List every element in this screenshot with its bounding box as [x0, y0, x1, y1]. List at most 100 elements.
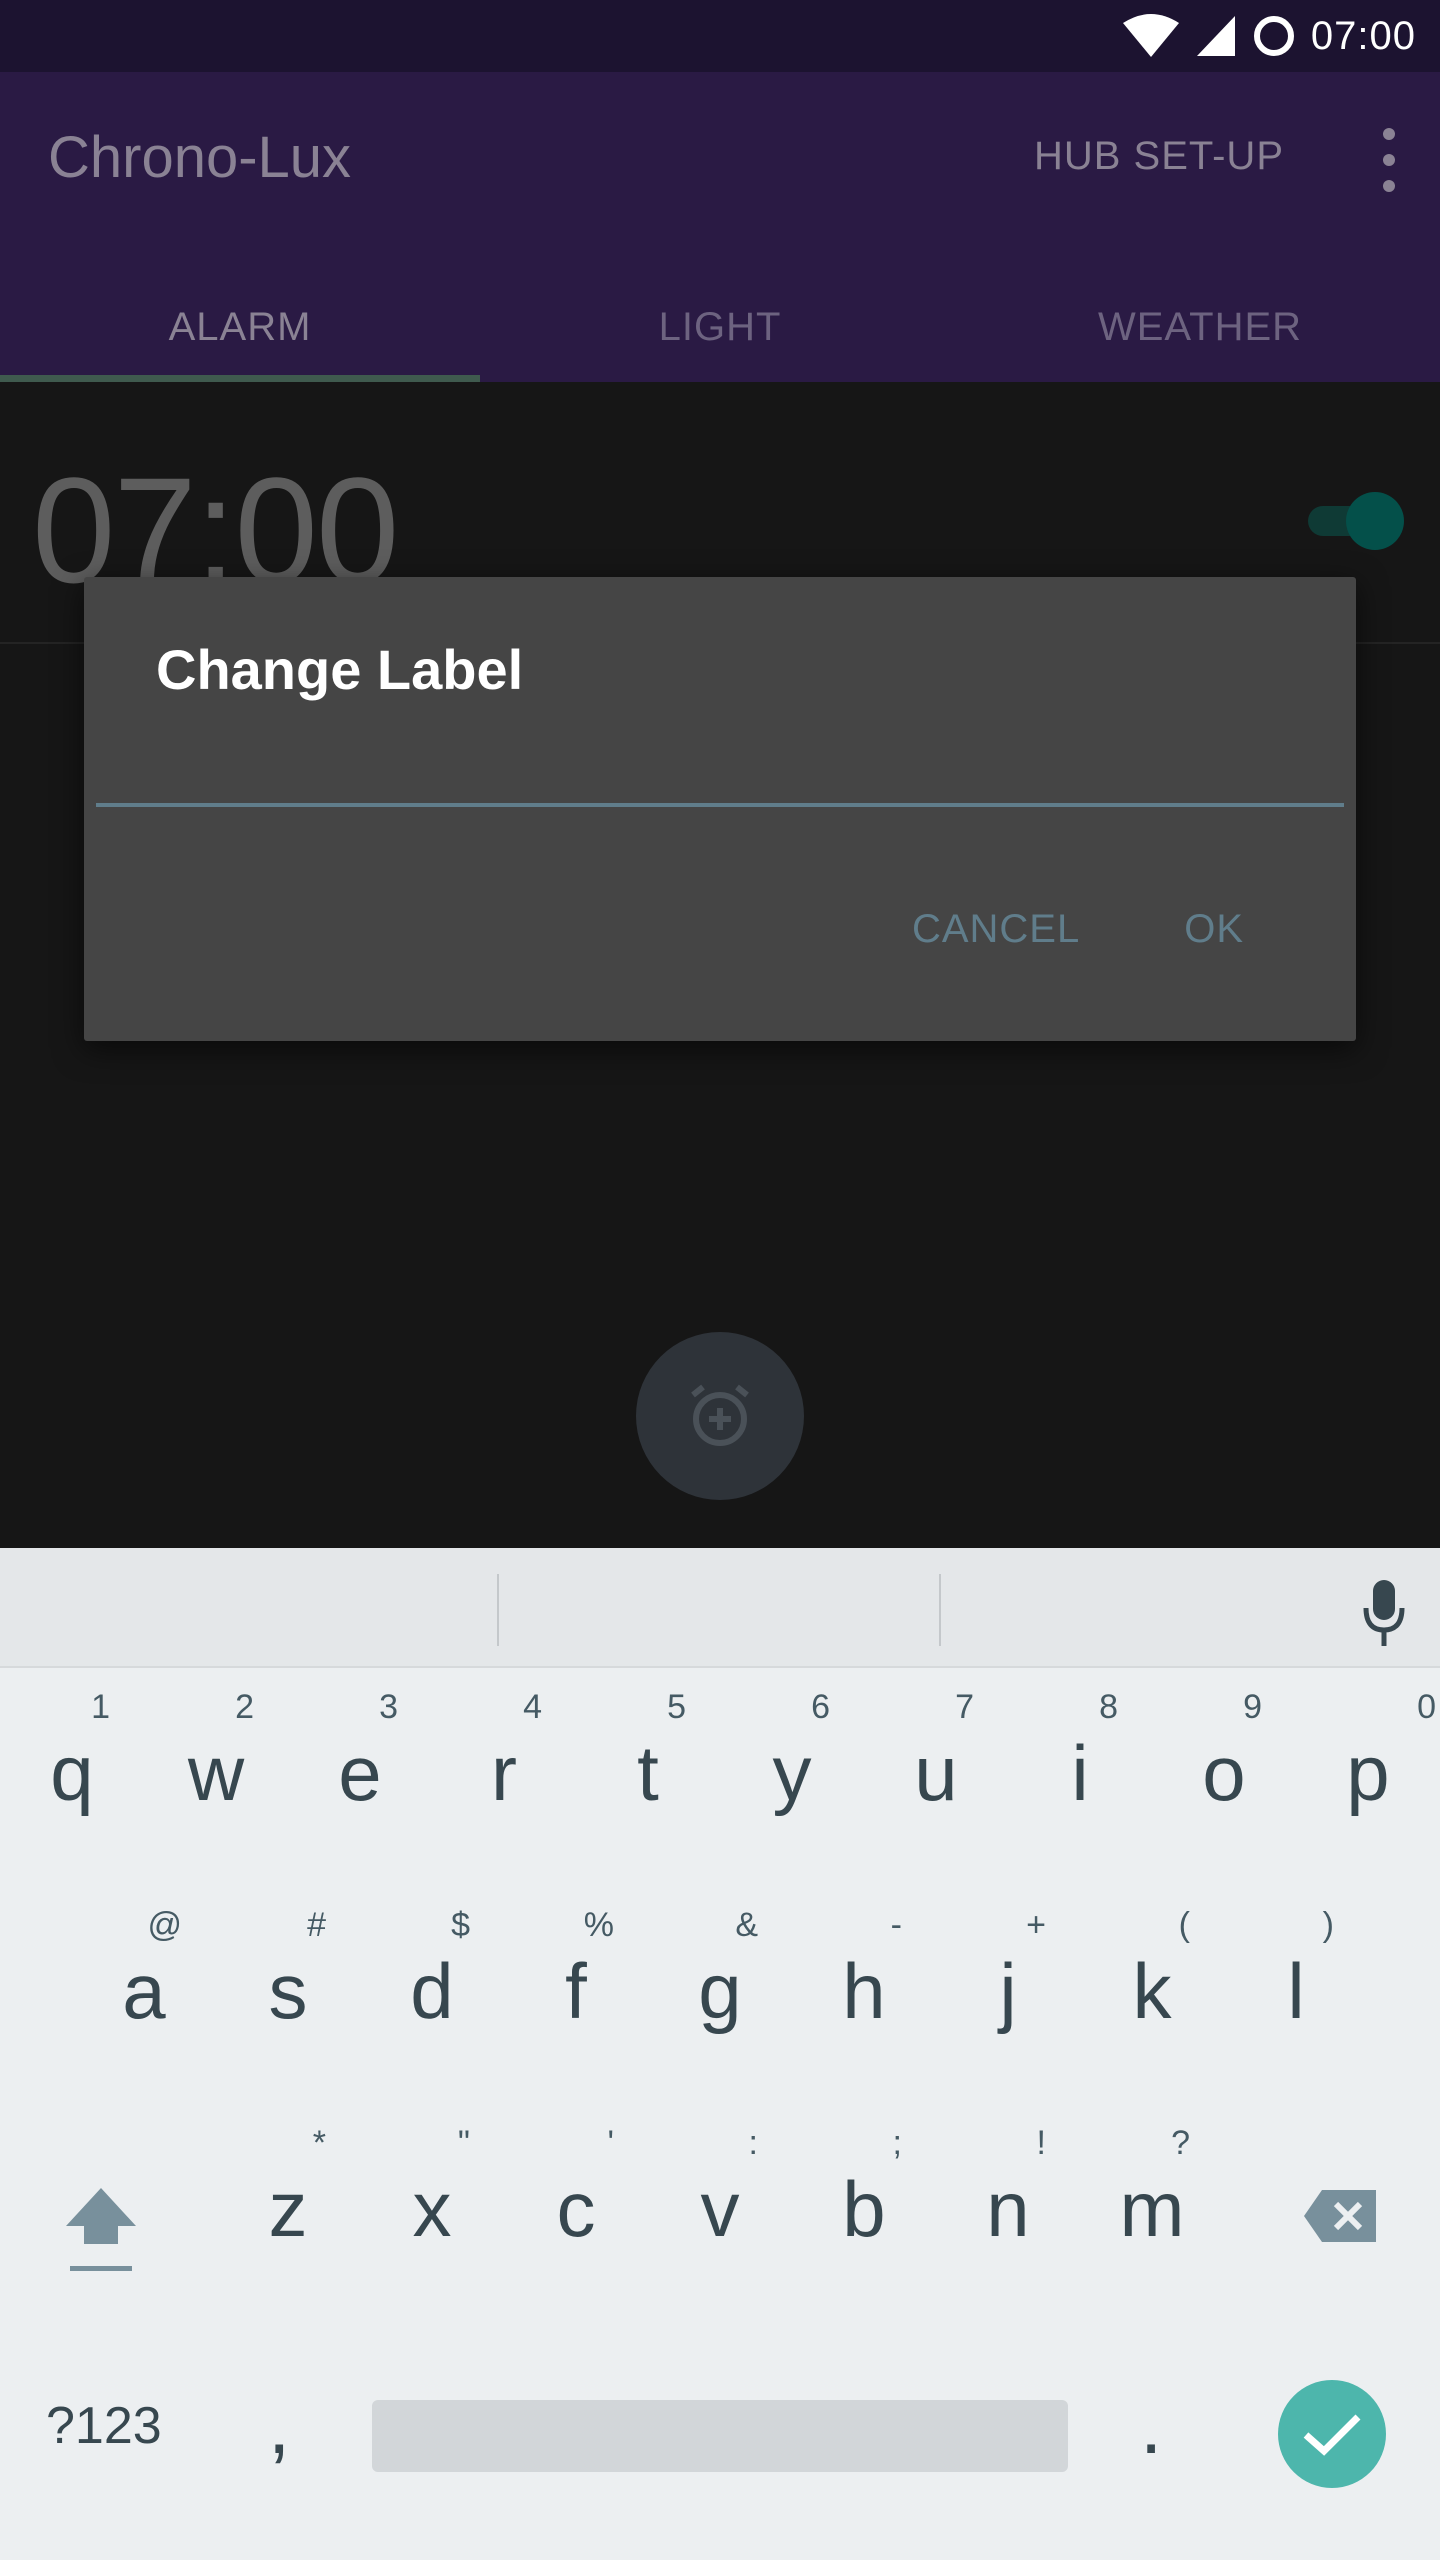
- tab-weather[interactable]: WEATHER: [960, 272, 1440, 382]
- comma-key[interactable]: ,: [268, 2380, 290, 2472]
- key-hint: ': [607, 2124, 615, 2162]
- suggestion-divider: [939, 1574, 941, 1646]
- key-label: s: [268, 1947, 308, 2035]
- key-a[interactable]: @ a: [72, 1906, 216, 2106]
- space-key[interactable]: [372, 2400, 1068, 2472]
- change-label-dialog: Change Label CANCEL OK: [84, 577, 1356, 1041]
- key-hint: &: [735, 1906, 758, 1944]
- key-label: k: [1132, 1947, 1172, 2035]
- label-input[interactable]: [96, 727, 1344, 807]
- key-label: n: [986, 2165, 1030, 2253]
- key-label: h: [842, 1947, 886, 2035]
- tab-light[interactable]: LIGHT: [480, 272, 960, 382]
- key-g[interactable]: & g: [648, 1906, 792, 2106]
- key-label: q: [50, 1729, 94, 1817]
- tab-indicator: [0, 375, 480, 382]
- suggestion-strip: [0, 1548, 1440, 1668]
- key-hint: 6: [811, 1688, 830, 1726]
- period-key[interactable]: .: [1140, 2380, 1162, 2472]
- status-time: 07:00: [1310, 13, 1416, 58]
- add-alarm-button[interactable]: [636, 1332, 804, 1500]
- key-d[interactable]: $ d: [360, 1906, 504, 2106]
- key-label: g: [698, 1947, 742, 2035]
- cancel-button[interactable]: CANCEL: [884, 897, 1108, 962]
- key-h[interactable]: -h: [792, 1906, 936, 2106]
- key-v[interactable]: :v: [648, 2124, 792, 2324]
- key-label: e: [338, 1729, 382, 1817]
- shift-key[interactable]: [56, 2178, 146, 2278]
- key-y[interactable]: 6y: [720, 1688, 864, 1888]
- key-hint: 9: [1243, 1688, 1262, 1726]
- key-label: d: [410, 1947, 454, 2035]
- key-x[interactable]: " x: [360, 2124, 504, 2324]
- key-label: l: [1287, 1947, 1305, 2035]
- battery-circle-icon: [1253, 16, 1294, 56]
- key-m[interactable]: ? m: [1080, 2124, 1224, 2324]
- key-hint: @: [147, 1906, 182, 1944]
- key-label: o: [1202, 1729, 1246, 1817]
- key-c[interactable]: ' c: [504, 2124, 648, 2324]
- shift-icon: [66, 2188, 136, 2271]
- delete-key[interactable]: [1302, 2188, 1378, 2249]
- alarm-toggle[interactable]: [1302, 492, 1404, 550]
- key-label: b: [842, 2165, 886, 2253]
- key-hint: %: [583, 1906, 614, 1944]
- key-hint: :: [748, 2124, 758, 2162]
- wifi-icon: [1122, 14, 1179, 57]
- key-hint: -: [890, 1906, 902, 1944]
- key-n[interactable]: ! n: [936, 2124, 1080, 2324]
- key-hint: 5: [667, 1688, 686, 1726]
- mic-icon[interactable]: [1362, 1578, 1406, 1648]
- key-l[interactable]: ) l: [1224, 1906, 1368, 2106]
- key-hint: 1: [91, 1688, 110, 1726]
- key-z[interactable]: * z: [216, 2124, 360, 2324]
- key-r[interactable]: 4r: [432, 1688, 576, 1888]
- key-s[interactable]: # s: [216, 1906, 360, 2106]
- app-bar: Chrono-Lux HUB SET-UP ALARM LIGHT WEATHE…: [0, 72, 1440, 382]
- key-label: p: [1346, 1729, 1390, 1817]
- key-b[interactable]: ; b: [792, 2124, 936, 2324]
- key-label: m: [1119, 2165, 1185, 2253]
- key-t[interactable]: 5t: [576, 1688, 720, 1888]
- enter-key[interactable]: [1278, 2380, 1386, 2488]
- key-i[interactable]: 8i: [1008, 1688, 1152, 1888]
- key-label: t: [637, 1729, 659, 1817]
- key-label: a: [122, 1947, 166, 2035]
- status-icons: 07:00: [1121, 0, 1416, 72]
- app-title: Chrono-Lux: [48, 125, 352, 190]
- key-label: f: [565, 1947, 587, 2035]
- key-label: v: [700, 2165, 740, 2253]
- key-hint: *: [312, 2124, 326, 2162]
- key-label: c: [556, 2165, 596, 2253]
- key-k[interactable]: (k: [1080, 1906, 1224, 2106]
- key-w[interactable]: 2w: [144, 1688, 288, 1888]
- key-label: w: [187, 1729, 245, 1817]
- add-alarm-icon: [691, 1384, 749, 1446]
- key-p[interactable]: 0p: [1296, 1688, 1440, 1888]
- check-icon: [1303, 2414, 1361, 2456]
- key-f[interactable]: % f: [504, 1906, 648, 2106]
- key-label: y: [772, 1729, 812, 1817]
- status-bar: 07:00: [0, 0, 1440, 72]
- key-hint: #: [307, 1906, 326, 1944]
- key-label: i: [1071, 1729, 1089, 1817]
- tab-bar: ALARM LIGHT WEATHER: [0, 272, 1440, 382]
- key-q[interactable]: 1q: [0, 1688, 144, 1888]
- ok-button[interactable]: OK: [1156, 897, 1272, 962]
- hub-setup-button[interactable]: HUB SET-UP: [1034, 134, 1284, 179]
- symbols-key[interactable]: ?123: [46, 2396, 162, 2456]
- key-o[interactable]: 9o: [1152, 1688, 1296, 1888]
- more-vert-icon[interactable]: [1374, 128, 1404, 192]
- dialog-title: Change Label: [156, 638, 524, 701]
- key-hint: ?: [1171, 2124, 1190, 2162]
- key-u[interactable]: 7u: [864, 1688, 1008, 1888]
- tab-alarm[interactable]: ALARM: [0, 272, 480, 382]
- key-j[interactable]: + j: [936, 1906, 1080, 2106]
- key-hint: 4: [523, 1688, 542, 1726]
- dialog-actions: CANCEL OK: [884, 897, 1272, 962]
- key-label: z: [268, 2165, 308, 2253]
- key-hint: 8: [1099, 1688, 1118, 1726]
- key-hint: ": [457, 2124, 470, 2162]
- key-hint: 0: [1417, 1688, 1436, 1726]
- key-e[interactable]: 3e: [288, 1688, 432, 1888]
